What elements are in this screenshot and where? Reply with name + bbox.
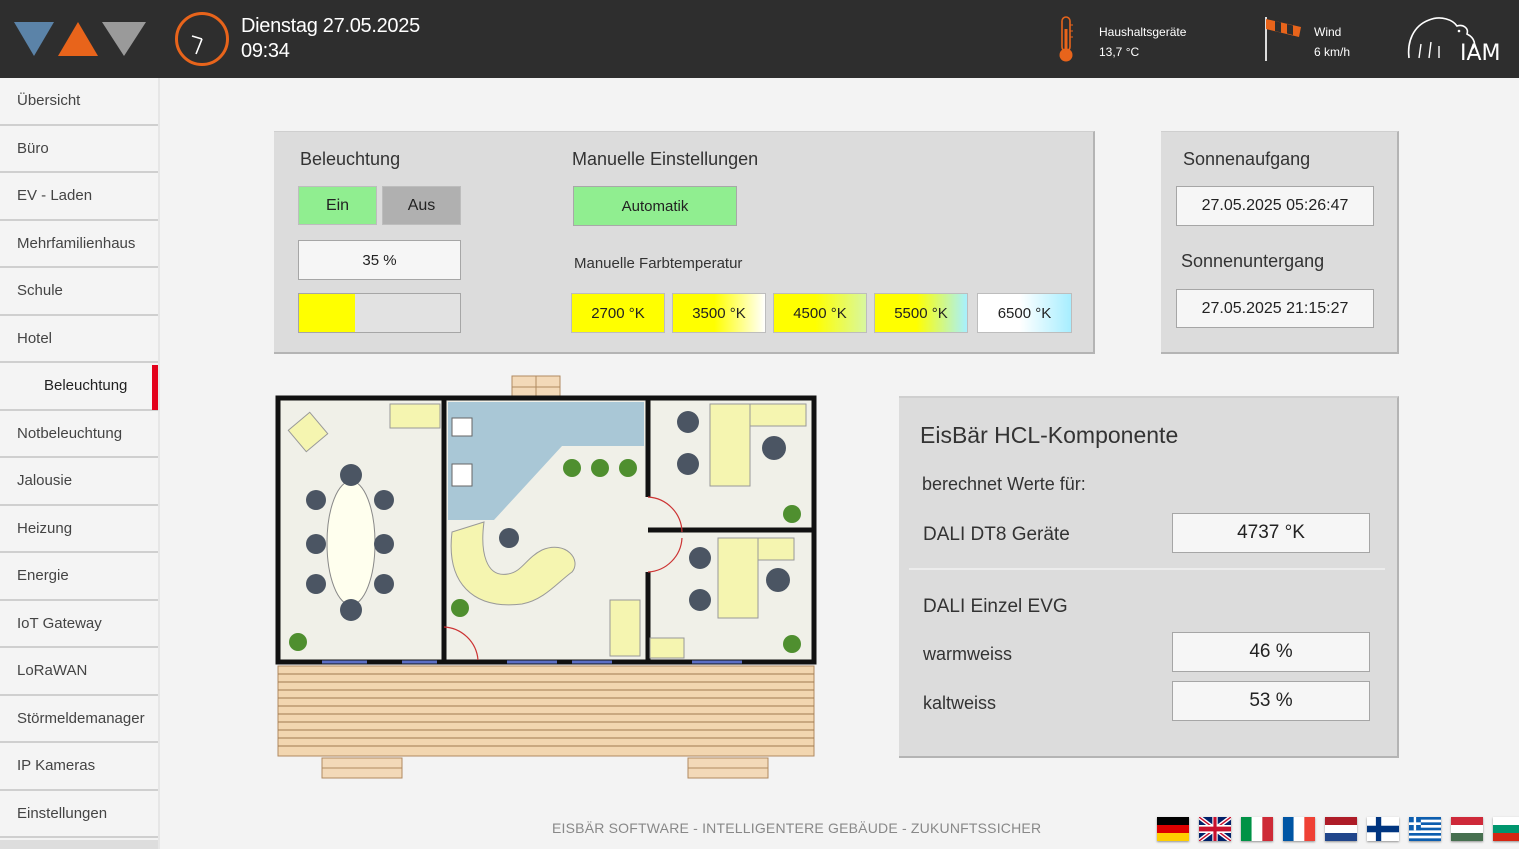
lighting-panel: Beleuchtung Ein Aus 35 % Manuelle Einste… <box>274 131 1095 354</box>
dt8-label: DALI DT8 Geräte <box>923 524 1070 545</box>
language-flags <box>1157 817 1519 841</box>
hcl-subtitle: berechnet Werte für: <box>922 474 1086 494</box>
sidebar-item-beleuchtung[interactable]: Beleuchtung <box>0 363 158 411</box>
dt8-value: 4737 °K <box>1172 513 1370 553</box>
color-temp-button-1[interactable]: 2700 °K <box>571 293 665 333</box>
color-temp-button-3[interactable]: 4500 °K <box>773 293 867 333</box>
sensor-label: Haushaltsgeräte <box>1099 25 1187 39</box>
nl-flag-icon[interactable] <box>1325 817 1357 841</box>
uk-flag-icon[interactable] <box>1199 817 1231 841</box>
sunrise-value: 27.05.2025 05:26:47 <box>1176 186 1374 226</box>
sidebar-item-mehrfamilienhaus[interactable]: Mehrfamilienhaus <box>0 220 158 268</box>
wind-value: 6 km/h <box>1314 45 1351 59</box>
hcl-title: EisBär HCL-Komponente <box>920 422 1179 448</box>
sidebar-item-energie[interactable]: Energie <box>0 553 158 601</box>
bear-logo-icon: IAM <box>1407 17 1501 64</box>
gr-flag-icon[interactable] <box>1409 817 1441 841</box>
light-level-slider[interactable] <box>298 293 461 333</box>
wind-readout: Wind 6 km/h <box>1314 22 1350 62</box>
sidebar-nav: Übersicht Büro EV - Laden Mehrfamilienhaus S… <box>0 78 158 838</box>
sunset-value: 27.05.2025 21:15:27 <box>1176 289 1374 328</box>
fr-flag-icon[interactable] <box>1283 817 1315 841</box>
current-time: 09:34 <box>241 40 290 62</box>
sun-panel: Sonnenaufgang 27.05.2025 05:26:47 Sonnen… <box>1161 131 1399 354</box>
sidebar-item-übersicht[interactable]: Übersicht <box>0 78 158 126</box>
color-temp-title: Manuelle Farbtemperatur <box>574 255 743 272</box>
hu-flag-icon[interactable] <box>1451 817 1483 841</box>
manual-settings-title: Manuelle Einstellungen <box>572 149 759 169</box>
light-level-fill <box>299 294 356 332</box>
eisbaer-logo-icon[interactable] <box>14 20 148 58</box>
color-temp-button-5[interactable]: 6500 °K <box>977 293 1072 333</box>
light-off-button[interactable]: Aus <box>382 186 461 225</box>
sidebar-item-ev-laden[interactable]: EV - Laden <box>0 173 158 221</box>
sidebar-item-notbeleuchtung[interactable]: Notbeleuchtung <box>0 410 158 458</box>
fi-flag-icon[interactable] <box>1367 817 1399 841</box>
footer-tagline: EISBÄR SOFTWARE - INTELLIGENTERE GEBÄUDE… <box>552 820 1042 836</box>
sidebar-item-büro[interactable]: Büro <box>0 125 158 173</box>
cold-label: kaltweiss <box>923 693 997 713</box>
floor-plan <box>275 375 817 779</box>
bear-logo-text: IAM <box>1460 41 1501 64</box>
sidebar-divider <box>158 78 160 849</box>
hcl-separator <box>909 568 1385 570</box>
light-on-button[interactable]: Ein <box>298 186 377 225</box>
sidebar-item-einstellungen[interactable]: Einstellungen <box>0 790 158 838</box>
wind-label: Wind <box>1314 25 1342 39</box>
sidebar-item-iot-gateway[interactable]: IoT Gateway <box>0 600 158 648</box>
sensor-value: 13,7 °C <box>1099 45 1140 59</box>
cold-value: 53 % <box>1172 681 1370 721</box>
sidebar-item-schule[interactable]: Schule <box>0 268 158 316</box>
sidebar-item-hotel[interactable]: Hotel <box>0 315 158 363</box>
warm-label: warmweiss <box>923 644 1013 664</box>
sidebar-item-lorawan[interactable]: LoRaWAN <box>0 648 158 696</box>
warm-value: 46 % <box>1172 632 1370 672</box>
lighting-title: Beleuchtung <box>300 149 401 169</box>
thermometer-icon <box>1059 16 1073 62</box>
bg-flag-icon[interactable] <box>1493 817 1519 841</box>
hcl-panel: EisBär HCL-Komponente berechnet Werte fü… <box>899 396 1399 758</box>
sidebar-item-jalousie[interactable]: Jalousie <box>0 458 158 506</box>
automatic-button[interactable]: Automatik <box>573 186 737 226</box>
sidebar-item-heizung[interactable]: Heizung <box>0 505 158 553</box>
current-date: Dienstag 27.05.2025 <box>241 15 420 37</box>
light-level-field[interactable]: 35 % <box>298 240 461 280</box>
it-flag-icon[interactable] <box>1241 817 1273 841</box>
sunset-title: Sonnenuntergang <box>1181 251 1325 271</box>
sidebar-bottom <box>0 840 158 849</box>
date-time: Dienstag 27.05.2025 09:34 <box>241 14 420 64</box>
evg-title: DALI Einzel EVG <box>923 596 1068 617</box>
sidebar-item-ip-kameras[interactable]: IP Kameras <box>0 743 158 791</box>
color-temp-button-2[interactable]: 3500 °K <box>672 293 766 333</box>
color-temp-button-4[interactable]: 5500 °K <box>874 293 968 333</box>
top-header: Dienstag 27.05.2025 09:34 Haushaltsgerät… <box>0 0 1519 78</box>
sunrise-title: Sonnenaufgang <box>1183 149 1311 169</box>
sensor-readout: Haushaltsgeräte 13,7 °C <box>1099 22 1186 62</box>
windsock-icon <box>1265 17 1301 61</box>
sidebar-item-störmeldemanager[interactable]: Störmeldemanager <box>0 695 158 743</box>
clock-icon <box>175 12 229 66</box>
de-flag-icon[interactable] <box>1157 817 1189 841</box>
